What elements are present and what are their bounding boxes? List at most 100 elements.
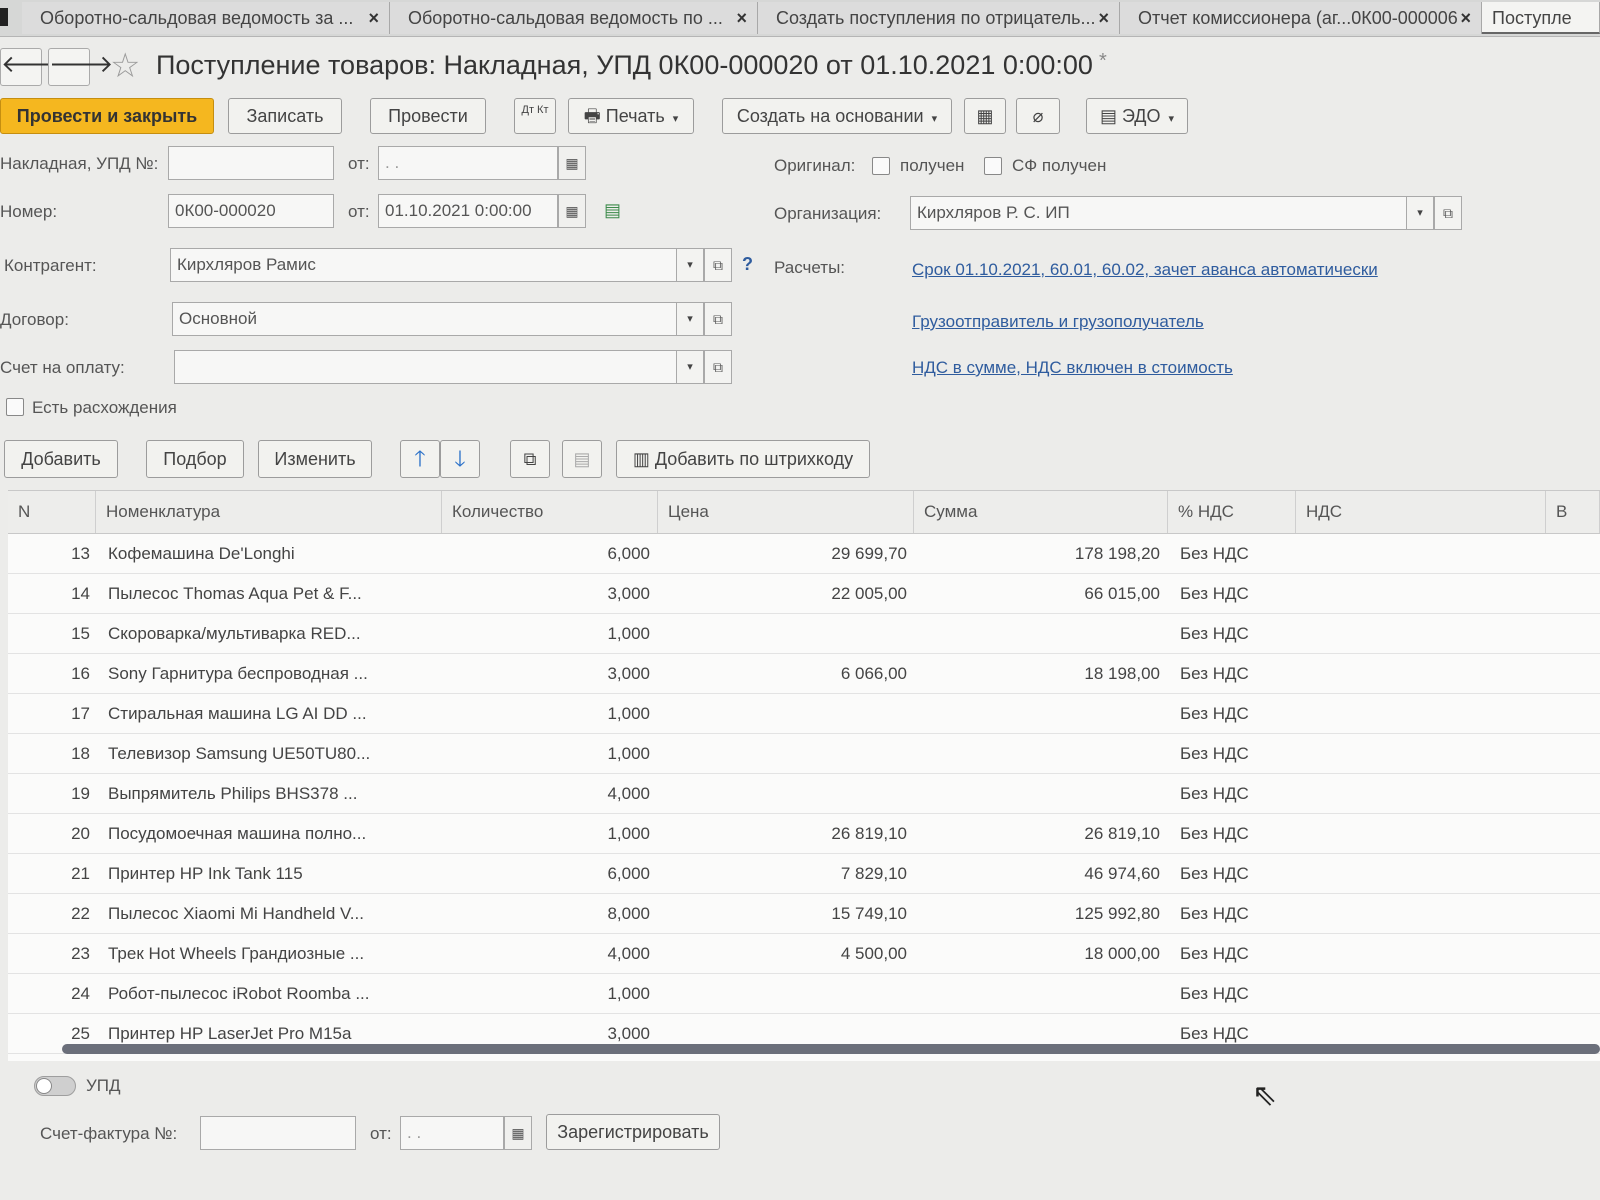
document-date-field[interactable]: 01.10.2021 0:00:00 (378, 194, 558, 228)
cell-nomenclature[interactable]: Скороварка/мультиварка RED... (108, 614, 448, 653)
cell-price[interactable]: 26 819,10 (668, 814, 913, 853)
cell-price[interactable]: 7 829,10 (668, 854, 913, 893)
cell-vat[interactable] (1298, 654, 1538, 693)
chevron-down-icon[interactable]: ▾ (1406, 196, 1434, 230)
cell-price[interactable]: 15 749,10 (668, 894, 913, 933)
cell-n[interactable]: 15 (8, 614, 96, 653)
cell-vat[interactable] (1298, 614, 1538, 653)
cell-vat[interactable] (1298, 734, 1538, 773)
cell-sum[interactable] (918, 694, 1168, 733)
cell-quantity[interactable]: 1,000 (448, 694, 658, 733)
copy-button[interactable]: ⧉ (510, 440, 550, 478)
cell-sum[interactable] (918, 1054, 1168, 1061)
cell-vat-rate[interactable]: Без НДС (1174, 934, 1294, 973)
cell-nomenclature[interactable]: Выпрямитель Philips BHS378 ... (108, 774, 448, 813)
history-icon[interactable]: ▤ (604, 200, 621, 221)
print-button[interactable]: 🖶 Печать ▾ (568, 98, 694, 134)
table-row[interactable]: 13 Кофемашина De'Longhi 6,000 29 699,70 178 … (8, 534, 1600, 574)
edo-button[interactable]: ▤ ЭДО ▾ (1086, 98, 1188, 134)
post-and-close-button[interactable]: Провести и закрыть (0, 98, 214, 134)
settlements-link[interactable]: Срок 01.10.2021, 60.01, 60.02, зачет ава… (912, 260, 1378, 280)
cell-vat[interactable] (1298, 894, 1538, 933)
number-field[interactable]: 0К00-000020 (168, 194, 334, 228)
cell-quantity[interactable]: 1,000 (448, 614, 658, 653)
col-vat[interactable]: НДС (1296, 491, 1546, 533)
cell-vat-rate[interactable]: Без НДС (1174, 894, 1294, 933)
move-up-button[interactable]: 🡑 (400, 440, 440, 478)
col-n[interactable]: N (8, 491, 96, 533)
open-icon[interactable]: ⧉ (704, 302, 732, 336)
cell-nomenclature[interactable]: Робот-пылесос iRobot Roomba ... (108, 974, 448, 1013)
tab-osv-2[interactable]: Оборотно-сальдовая ведомость по ... × (390, 2, 758, 34)
cell-nomenclature[interactable]: Стиральная машина LG AI DD ... (108, 694, 448, 733)
cell-vat[interactable] (1298, 1054, 1538, 1061)
cell-vat[interactable] (1298, 934, 1538, 973)
tab-osv-1[interactable]: Оборотно-сальдовая ведомость за ... × (22, 2, 390, 34)
table-row[interactable]: 18 Телевизор Samsung UE50TU80... 1,000 Без … (8, 734, 1600, 774)
invoice-date-field[interactable]: . . (378, 146, 558, 180)
tab-create-receipts[interactable]: Создать поступления по отрицатель... × (758, 2, 1120, 34)
cell-quantity[interactable]: 6,000 (448, 854, 658, 893)
organization-field[interactable]: Кирхляров Р. С. ИП (910, 196, 1408, 230)
cell-sum[interactable]: 125 992,80 (918, 894, 1168, 933)
discrepancy-checkbox[interactable] (6, 398, 24, 416)
invoice-number-field[interactable] (168, 146, 334, 180)
table-row[interactable]: 14 Пылесос Thomas Aqua Pet & F... 3,000 22 … (8, 574, 1600, 614)
cell-price[interactable] (668, 774, 913, 813)
col-more[interactable]: В (1546, 491, 1600, 533)
cell-vat[interactable] (1298, 774, 1538, 813)
cell-sum[interactable] (918, 734, 1168, 773)
cell-price[interactable]: 22 005,00 (668, 574, 913, 613)
cell-vat-rate[interactable]: Без НДС (1174, 974, 1294, 1013)
cell-quantity[interactable]: 3,000 (448, 654, 658, 693)
cell-nomenclature[interactable]: Пылесос Xiaomi Mi Handheld V... (108, 894, 448, 933)
cell-nomenclature[interactable]: Sony Гарнитура беспроводная ... (108, 654, 448, 693)
payment-invoice-field[interactable] (174, 350, 678, 384)
cell-quantity[interactable]: 4,000 (448, 934, 658, 973)
cell-vat-rate[interactable]: Без НДС (1174, 534, 1294, 573)
counterparty-field[interactable]: Кирхляров Рамис (170, 248, 678, 282)
contract-field[interactable]: Основной (172, 302, 678, 336)
cell-n[interactable]: 14 (8, 574, 96, 613)
cell-quantity[interactable]: 1,000 (448, 734, 658, 773)
horizontal-scrollbar[interactable] (62, 1044, 1600, 1054)
cell-price[interactable] (668, 974, 913, 1013)
cell-nomenclature[interactable]: Кофемашина De'Longhi (108, 534, 448, 573)
sf-date-field[interactable]: . . (400, 1116, 504, 1150)
cell-vat-rate[interactable]: Без НДС (1174, 614, 1294, 653)
cell-sum[interactable] (918, 774, 1168, 813)
dt-kt-button[interactable]: Дт Кт (514, 98, 556, 134)
calendar-icon[interactable]: ▦ (504, 1116, 532, 1150)
register-button[interactable]: Зарегистрировать (546, 1114, 720, 1150)
cell-sum[interactable]: 18 000,00 (918, 934, 1168, 973)
cell-price[interactable]: 4 500,00 (668, 934, 913, 973)
cell-sum[interactable]: 26 819,10 (918, 814, 1168, 853)
add-row-button[interactable]: Добавить (4, 440, 118, 478)
cell-n[interactable]: 16 (8, 654, 96, 693)
cell-vat[interactable] (1298, 814, 1538, 853)
attach-button[interactable]: ⌀ (1016, 98, 1060, 134)
cell-n[interactable]: 20 (8, 814, 96, 853)
structure-button[interactable]: ▦ (964, 98, 1006, 134)
cell-n[interactable]: 26 (8, 1054, 96, 1061)
cell-vat-rate[interactable]: Без НДС (1174, 574, 1294, 613)
cell-n[interactable]: 13 (8, 534, 96, 573)
cell-nomenclature[interactable]: Принтер HP Ink Tank 115 (108, 854, 448, 893)
tab-receipt-active[interactable]: Поступле (1482, 2, 1600, 34)
close-icon[interactable]: × (736, 2, 747, 34)
table-row[interactable]: 17 Стиральная машина LG AI DD ... 1,000 Без… (8, 694, 1600, 734)
cell-quantity[interactable]: 4,000 (448, 774, 658, 813)
add-by-barcode-button[interactable]: ▥ Добавить по штрихкоду (616, 440, 870, 478)
pick-button[interactable]: Подбор (146, 440, 244, 478)
cell-vat-rate[interactable]: Без НДС (1174, 854, 1294, 893)
back-button[interactable]: 🡐 (0, 48, 65, 86)
cell-vat-rate[interactable]: Без НДС (1174, 814, 1294, 853)
cell-vat-rate[interactable]: Без НДС (1174, 654, 1294, 693)
chevron-down-icon[interactable]: ▾ (676, 350, 704, 384)
cell-vat-rate[interactable]: Без НДС (1174, 1054, 1294, 1061)
cell-nomenclature[interactable]: Пылесос Thomas Aqua Pet & F... (108, 574, 448, 613)
cell-price[interactable]: 6 066,00 (668, 654, 913, 693)
cell-n[interactable]: 24 (8, 974, 96, 1013)
table-row[interactable]: 23 Трек Hot Wheels Грандиозные ... 4,000 4 … (8, 934, 1600, 974)
cell-vat[interactable] (1298, 854, 1538, 893)
